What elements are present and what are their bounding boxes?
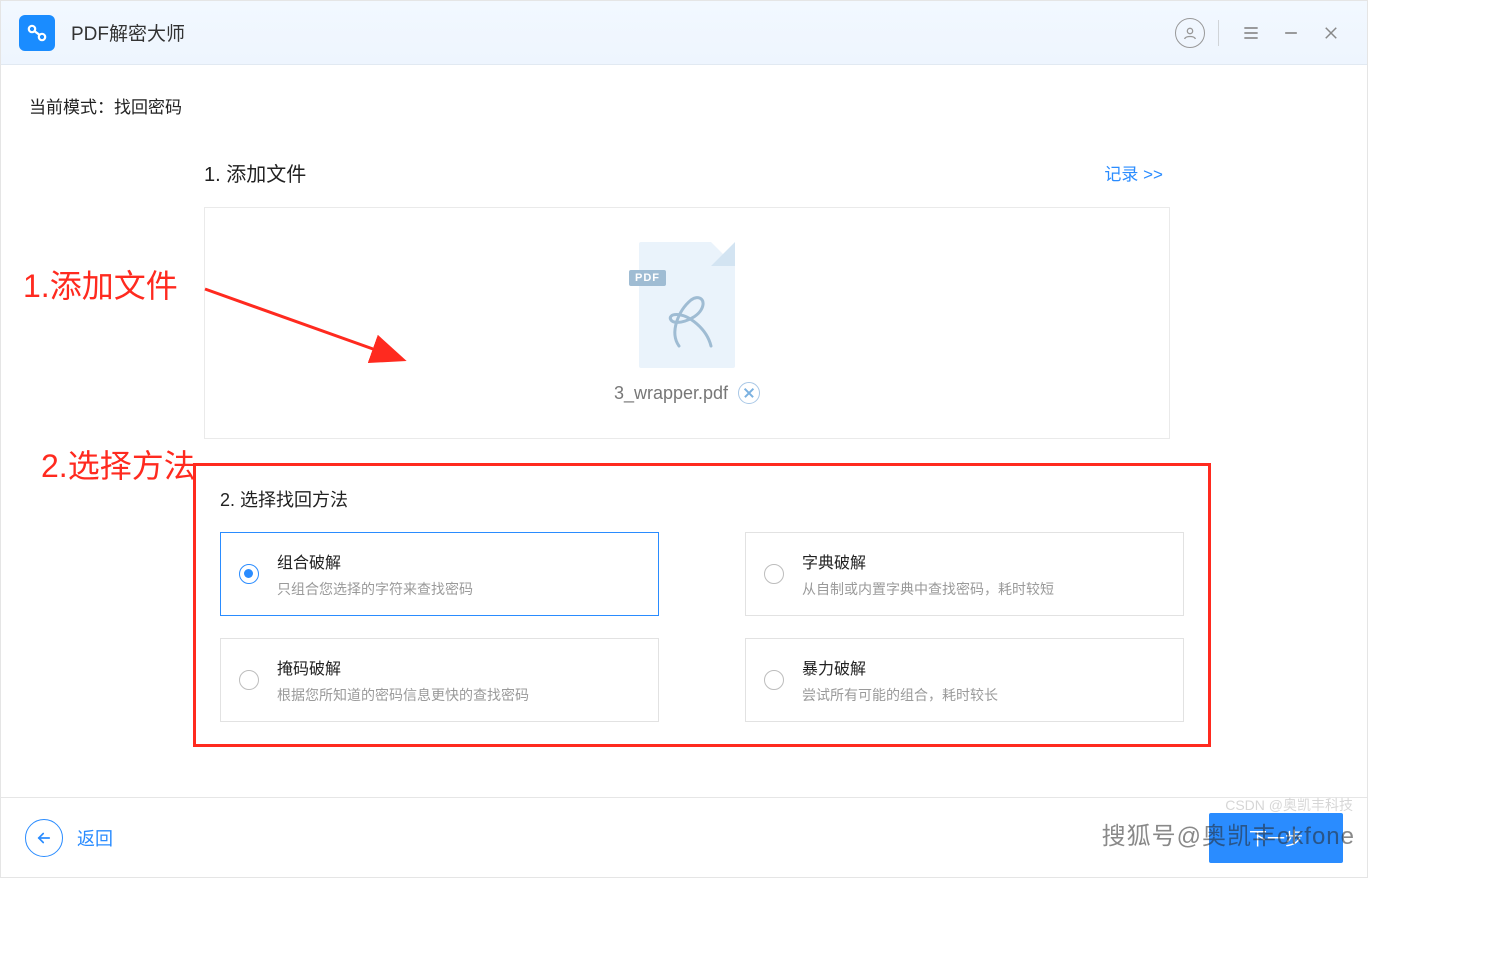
filename: 3_wrapper.pdf	[614, 383, 728, 404]
file-drop-zone[interactable]: PDF 3_wrapper.pdf	[204, 207, 1170, 439]
step1-title: 1. 添加文件	[204, 158, 306, 187]
divider	[1218, 20, 1219, 46]
menu-button[interactable]	[1233, 15, 1269, 51]
method-name: 掩码破解	[277, 655, 529, 679]
method-name: 组合破解	[277, 549, 473, 573]
method-desc: 根据您所知道的密码信息更快的查找密码	[277, 685, 529, 705]
remove-file-button[interactable]	[738, 382, 760, 404]
method-grid: 组合破解 只组合您选择的字符来查找密码 字典破解 从自制或内置字典中查找密码，耗…	[220, 532, 1184, 722]
file-row: 3_wrapper.pdf	[614, 382, 760, 404]
titlebar: PDF解密大师	[1, 1, 1367, 65]
radio-icon	[239, 564, 259, 584]
method-combination[interactable]: 组合破解 只组合您选择的字符来查找密码	[220, 532, 659, 616]
method-bruteforce[interactable]: 暴力破解 尝试所有可能的组合，耗时较长	[745, 638, 1184, 722]
step2-title: 2. 选择找回方法	[220, 486, 1184, 512]
app-logo	[19, 15, 55, 51]
user-icon	[1175, 18, 1205, 48]
record-link[interactable]: 记录 >>	[1104, 160, 1163, 185]
pdf-badge: PDF	[629, 270, 666, 286]
next-button[interactable]: 下一步	[1209, 813, 1343, 863]
content-area: 当前模式：找回密码 1. 添加文件 记录 >> PDF 3_wrapper.pd…	[1, 65, 1367, 747]
current-mode: 当前模式：找回密码	[29, 93, 1353, 118]
arrow-left-icon	[25, 819, 63, 857]
radio-icon	[764, 564, 784, 584]
annotation-2: 2.选择方法	[41, 441, 196, 487]
method-name: 暴力破解	[802, 655, 998, 679]
step2-section: 2. 选择找回方法 组合破解 只组合您选择的字符来查找密码 字典破解 从自制或内…	[193, 463, 1211, 747]
radio-icon	[764, 670, 784, 690]
method-desc: 只组合您选择的字符来查找密码	[277, 579, 473, 599]
user-account-button[interactable]	[1172, 15, 1208, 51]
back-button[interactable]: 返回	[25, 819, 113, 857]
annotation-1: 1.添加文件	[23, 261, 178, 307]
pdf-file-icon: PDF	[639, 242, 735, 368]
method-dictionary[interactable]: 字典破解 从自制或内置字典中查找密码，耗时较短	[745, 532, 1184, 616]
mode-label: 当前模式：	[29, 98, 114, 117]
method-mask[interactable]: 掩码破解 根据您所知道的密码信息更快的查找密码	[220, 638, 659, 722]
mode-value: 找回密码	[114, 98, 182, 117]
step1-header: 1. 添加文件 记录 >>	[204, 158, 1163, 187]
radio-icon	[239, 670, 259, 690]
footer: 返回 下一步	[1, 797, 1367, 877]
back-label: 返回	[77, 825, 113, 851]
close-button[interactable]	[1313, 15, 1349, 51]
method-desc: 从自制或内置字典中查找密码，耗时较短	[802, 579, 1054, 599]
minimize-button[interactable]	[1273, 15, 1309, 51]
method-name: 字典破解	[802, 549, 1054, 573]
app-title: PDF解密大师	[71, 19, 185, 46]
method-desc: 尝试所有可能的组合，耗时较长	[802, 685, 998, 705]
